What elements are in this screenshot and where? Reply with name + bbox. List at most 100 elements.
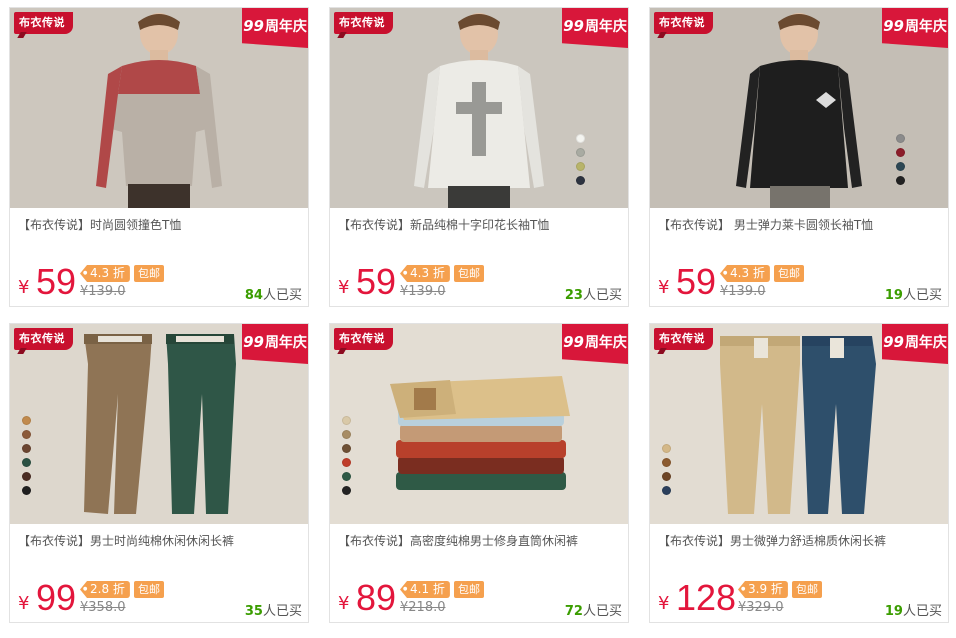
color-swatch[interactable]	[896, 162, 905, 171]
product-grid: 布衣传说 99周年庆 【布衣传说】时尚圆领撞色T恤 ¥ 59 4.3 折 包邮 …	[0, 0, 956, 638]
free-shipping-badge: 包邮	[134, 265, 164, 282]
product-info: 【布衣传说】 男士弹力莱卡圆领长袖T恤 ¥ 59 4.3 折 包邮 ¥139.0…	[650, 208, 948, 306]
color-swatch[interactable]	[342, 416, 351, 425]
color-swatch[interactable]	[662, 472, 671, 481]
color-swatch[interactable]	[576, 148, 585, 157]
price-row: ¥ 89 4.1 折 包邮 ¥218.0 72人已买	[338, 577, 622, 620]
sold-count: 72人已买	[564, 604, 622, 619]
color-swatches	[896, 134, 905, 185]
anniversary-badge: 99周年庆	[242, 324, 308, 364]
color-swatch[interactable]	[662, 486, 671, 495]
original-price: ¥358.0	[80, 600, 126, 615]
product-info: 【布衣传说】时尚圆领撞色T恤 ¥ 59 4.3 折 包邮 ¥139.0 84人已…	[10, 208, 308, 306]
product-title[interactable]: 【布衣传说】男士时尚纯棉休闲休闲长裤	[18, 532, 302, 549]
currency-symbol: ¥	[658, 593, 670, 614]
color-swatch[interactable]	[662, 458, 671, 467]
price-row: ¥ 128 3.9 折 包邮 ¥329.0 19人已买	[658, 577, 942, 620]
discount-badge: 2.8 折	[80, 581, 130, 598]
currency-symbol: ¥	[18, 593, 30, 614]
currency-symbol: ¥	[658, 277, 670, 298]
color-swatch[interactable]	[896, 176, 905, 185]
color-swatches	[22, 416, 31, 495]
brand-tag: 布衣传说	[14, 328, 73, 350]
original-price: ¥139.0	[400, 284, 446, 299]
product-title[interactable]: 【布衣传说】高密度纯棉男士修身直筒休闲裤	[338, 532, 622, 549]
price-row: ¥ 59 4.3 折 包邮 ¥139.0 23人已买	[338, 261, 622, 304]
currency-symbol: ¥	[18, 277, 30, 298]
color-swatch[interactable]	[22, 486, 31, 495]
anniversary-badge: 99周年庆	[562, 8, 628, 48]
product-card-1[interactable]: 布衣传说 99周年庆 【布衣传说】时尚圆领撞色T恤 ¥ 59 4.3 折 包邮 …	[9, 7, 309, 307]
discount-badge: 3.9 折	[738, 581, 788, 598]
anniversary-badge: 99周年庆	[562, 324, 628, 364]
color-swatches	[662, 444, 671, 495]
brand-tag: 布衣传说	[654, 12, 713, 34]
product-title[interactable]: 【布衣传说】男士微弹力舒适棉质休闲长裤	[658, 532, 942, 549]
product-info: 【布衣传说】男士微弹力舒适棉质休闲长裤 ¥ 128 3.9 折 包邮 ¥329.…	[650, 524, 948, 622]
discount-badge: 4.1 折	[400, 581, 450, 598]
free-shipping-badge: 包邮	[134, 581, 164, 598]
brand-tag: 布衣传说	[334, 328, 393, 350]
color-swatch[interactable]	[342, 472, 351, 481]
sold-count: 35人已买	[244, 604, 302, 619]
free-shipping-badge: 包邮	[454, 581, 484, 598]
product-image[interactable]: 布衣传说 99周年庆	[330, 324, 628, 524]
color-swatch[interactable]	[22, 416, 31, 425]
product-image[interactable]: 布衣传说 99周年庆	[10, 324, 308, 524]
price-row: ¥ 59 4.3 折 包邮 ¥139.0 19人已买	[658, 261, 942, 304]
anniversary-badge: 99周年庆	[882, 324, 948, 364]
product-image[interactable]: 布衣传说 99周年庆	[330, 8, 628, 208]
product-info: 【布衣传说】男士时尚纯棉休闲休闲长裤 ¥ 99 2.8 折 包邮 ¥358.0 …	[10, 524, 308, 622]
color-swatch[interactable]	[896, 148, 905, 157]
sale-price: 128	[676, 577, 737, 618]
color-swatch[interactable]	[22, 472, 31, 481]
original-price: ¥329.0	[738, 600, 784, 615]
price-row: ¥ 59 4.3 折 包邮 ¥139.0 84人已买	[18, 261, 302, 304]
color-swatch[interactable]	[342, 458, 351, 467]
product-title[interactable]: 【布衣传说】时尚圆领撞色T恤	[18, 216, 302, 233]
original-price: ¥139.0	[720, 284, 766, 299]
sale-price: 59	[676, 261, 717, 302]
free-shipping-badge: 包邮	[454, 265, 484, 282]
color-swatch[interactable]	[342, 486, 351, 495]
anniversary-badge: 99周年庆	[882, 8, 948, 48]
sale-price: 59	[356, 261, 397, 302]
sold-count: 84人已买	[244, 288, 302, 303]
color-swatch[interactable]	[576, 134, 585, 143]
sold-count: 23人已买	[564, 288, 622, 303]
discount-badge: 4.3 折	[80, 265, 130, 282]
color-swatch[interactable]	[22, 444, 31, 453]
color-swatch[interactable]	[896, 134, 905, 143]
sale-price: 59	[36, 261, 77, 302]
product-card-3[interactable]: 布衣传说 99周年庆 【布衣传说】 男士弹力莱卡圆领长袖T恤 ¥ 59 4.3 …	[649, 7, 949, 307]
color-swatches	[576, 134, 585, 185]
discount-badge: 4.3 折	[720, 265, 770, 282]
product-title[interactable]: 【布衣传说】 男士弹力莱卡圆领长袖T恤	[658, 216, 942, 233]
sale-price: 99	[36, 577, 77, 618]
brand-tag: 布衣传说	[14, 12, 73, 34]
product-info: 【布衣传说】高密度纯棉男士修身直筒休闲裤 ¥ 89 4.1 折 包邮 ¥218.…	[330, 524, 628, 622]
product-card-5[interactable]: 布衣传说 99周年庆 【布衣传说】高密度纯棉男士修身直筒休闲裤 ¥ 89 4.1…	[329, 323, 629, 623]
original-price: ¥218.0	[400, 600, 446, 615]
color-swatch[interactable]	[22, 458, 31, 467]
color-swatch[interactable]	[342, 444, 351, 453]
product-image[interactable]: 布衣传说 99周年庆	[650, 324, 948, 524]
color-swatch[interactable]	[576, 176, 585, 185]
sold-count: 19人已买	[884, 288, 942, 303]
color-swatch[interactable]	[576, 162, 585, 171]
product-info: 【布衣传说】新品纯棉十字印花长袖T恤 ¥ 59 4.3 折 包邮 ¥139.0 …	[330, 208, 628, 306]
product-card-4[interactable]: 布衣传说 99周年庆 【布衣传说】男士时尚纯棉休闲休闲长裤 ¥ 99 2.8 折…	[9, 323, 309, 623]
price-row: ¥ 99 2.8 折 包邮 ¥358.0 35人已买	[18, 577, 302, 620]
product-image[interactable]: 布衣传说 99周年庆	[650, 8, 948, 208]
product-card-2[interactable]: 布衣传说 99周年庆 【布衣传说】新品纯棉十字印花长袖T恤 ¥ 59 4.3 折…	[329, 7, 629, 307]
color-swatch[interactable]	[662, 444, 671, 453]
product-image[interactable]: 布衣传说 99周年庆	[10, 8, 308, 208]
color-swatch[interactable]	[22, 430, 31, 439]
color-swatch[interactable]	[342, 430, 351, 439]
anniversary-badge: 99周年庆	[242, 8, 308, 48]
currency-symbol: ¥	[338, 277, 350, 298]
product-title[interactable]: 【布衣传说】新品纯棉十字印花长袖T恤	[338, 216, 622, 233]
brand-tag: 布衣传说	[654, 328, 713, 350]
product-card-6[interactable]: 布衣传说 99周年庆 【布衣传说】男士微弹力舒适棉质休闲长裤 ¥ 128 3.9…	[649, 323, 949, 623]
sale-price: 89	[356, 577, 397, 618]
